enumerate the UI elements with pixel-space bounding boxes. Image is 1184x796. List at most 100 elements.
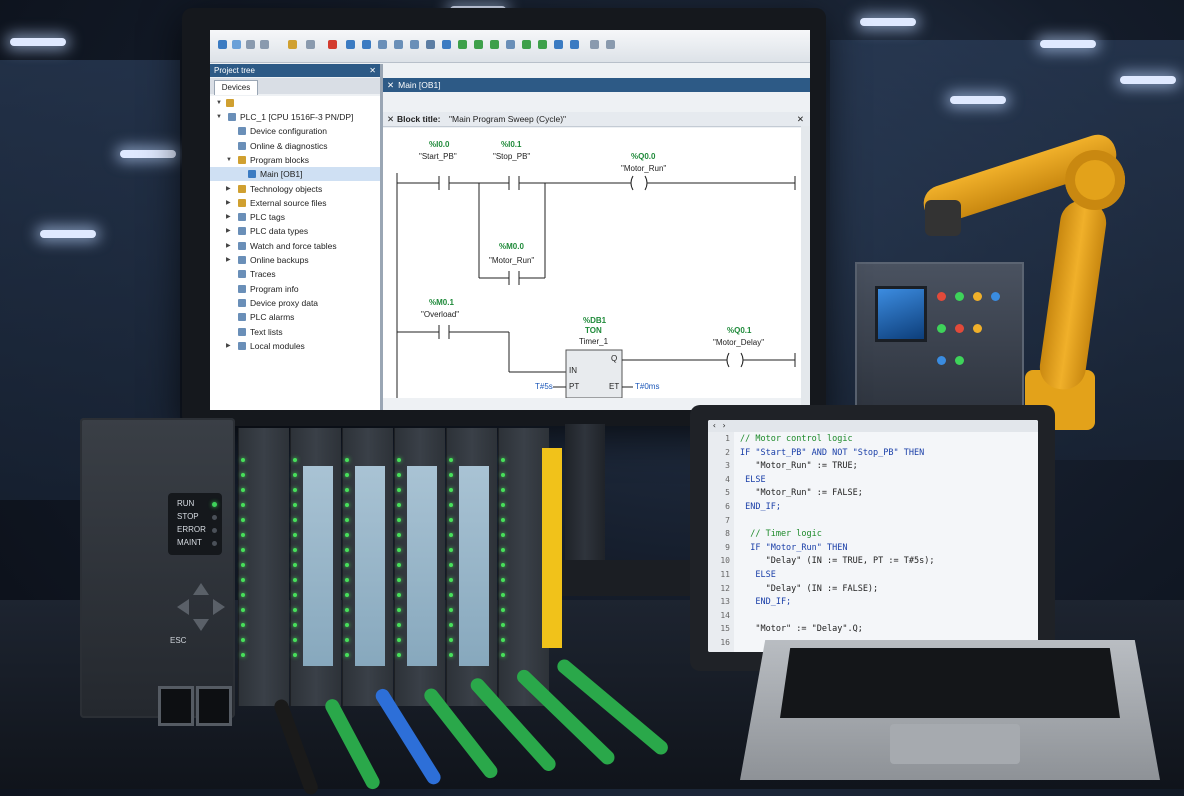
compile-icon[interactable] xyxy=(362,40,371,49)
tree-item[interactable]: Text lists xyxy=(210,325,380,339)
code-line[interactable]: ELSE xyxy=(740,570,775,580)
open-icon[interactable] xyxy=(246,40,255,49)
close-icon[interactable]: ✕ xyxy=(387,112,394,126)
code-line[interactable]: END_IF; xyxy=(740,597,791,607)
code-line[interactable]: "Motor" := "Delay".Q; xyxy=(740,624,862,634)
chevron-down-icon[interactable]: ▼ xyxy=(216,96,222,110)
code-line[interactable]: "Motor_Run" := TRUE; xyxy=(740,461,857,471)
chevron-down-icon[interactable]: ▼ xyxy=(226,153,232,167)
status-led xyxy=(449,638,453,642)
code-line[interactable]: // Motor control logic xyxy=(740,434,853,444)
contact-symbol[interactable]: "Stop_PB" xyxy=(493,152,530,161)
timer-pin-et: ET xyxy=(609,382,620,391)
tree-item[interactable]: ▶ Online backups xyxy=(210,253,380,267)
laptop-keyboard[interactable] xyxy=(780,648,1120,718)
compare-icon[interactable] xyxy=(426,40,435,49)
tree-item[interactable]: Device configuration xyxy=(210,124,380,138)
code-line[interactable]: IF "Motor_Run" THEN xyxy=(740,543,847,553)
chevron-down-icon[interactable]: ▼ xyxy=(216,110,222,124)
go-online-icon[interactable] xyxy=(442,40,451,49)
tree-item[interactable]: ▶ PLC data types xyxy=(210,224,380,238)
cut-icon[interactable] xyxy=(410,40,419,49)
tree-item[interactable]: ▶ PLC tags xyxy=(210,210,380,224)
contact-address[interactable]: %M0.1 xyxy=(429,298,454,307)
split-editor-icon[interactable] xyxy=(570,40,579,49)
tree-item[interactable]: ▶ Watch and force tables xyxy=(210,239,380,253)
preset-time-value[interactable]: T#5s xyxy=(535,382,553,391)
cross-reference-icon[interactable] xyxy=(554,40,563,49)
upload-icon[interactable] xyxy=(394,40,403,49)
tab-devices[interactable]: Devices xyxy=(214,80,258,95)
chevron-right-icon[interactable]: ▶ xyxy=(226,339,231,353)
tree-item[interactable]: ▶ Local modules xyxy=(210,339,380,353)
tree-item[interactable]: Main [OB1] xyxy=(210,167,380,182)
code-line[interactable]: // Timer logic xyxy=(740,529,822,539)
contact-address[interactable]: %M0.0 xyxy=(499,242,524,251)
chevron-right-icon[interactable]: ▶ xyxy=(226,239,231,253)
tab-main-ob1[interactable]: ✕ Main [OB1] xyxy=(387,78,441,92)
undo-icon[interactable] xyxy=(306,40,315,49)
vertical-scrollbar[interactable] xyxy=(801,126,810,410)
nav-arrows-icon[interactable]: ‹ › xyxy=(712,421,726,430)
save-icon[interactable] xyxy=(218,40,227,49)
tree-item[interactable]: ▶ External source files xyxy=(210,196,380,210)
contact-symbol[interactable]: "Motor_Run" xyxy=(489,256,534,265)
tree-item[interactable]: ▶ Technology objects xyxy=(210,182,380,196)
code-line[interactable]: "Delay" (IN := FALSE); xyxy=(740,584,879,594)
timer-instance-db[interactable]: %DB1 xyxy=(583,316,606,325)
go-offline-icon[interactable] xyxy=(458,40,467,49)
stop-cpu-icon[interactable] xyxy=(538,40,547,49)
block-title-value[interactable]: "Main Program Sweep (Cycle)" xyxy=(449,112,566,126)
chevron-right-icon[interactable]: ▶ xyxy=(226,224,231,238)
redo-icon[interactable] xyxy=(346,40,355,49)
contact-address[interactable]: %I0.0 xyxy=(429,140,449,149)
tree-item[interactable]: Traces xyxy=(210,267,380,281)
contact-symbol[interactable]: "Start_PB" xyxy=(419,152,457,161)
status-led xyxy=(501,488,505,492)
tree-item[interactable]: ▼ PLC_1 [CPU 1516F-3 PN/DP] xyxy=(210,110,380,124)
chevron-right-icon[interactable]: ▶ xyxy=(226,210,231,224)
coil-symbol[interactable]: "Motor_Run" xyxy=(621,164,666,173)
copy-icon[interactable] xyxy=(260,40,269,49)
traces-icon xyxy=(238,270,246,279)
status-led xyxy=(397,473,401,477)
tree-item[interactable]: Program info xyxy=(210,282,380,296)
chevron-right-icon[interactable]: ▶ xyxy=(226,196,231,210)
accessible-devices-icon[interactable] xyxy=(506,40,515,49)
coil-address[interactable]: %Q0.0 xyxy=(631,152,655,161)
tree-item[interactable]: PLC alarms xyxy=(210,310,380,324)
code-line[interactable]: "Motor_Run" := FALSE; xyxy=(740,488,862,498)
code-line[interactable]: "Delay" (IN := TRUE, PT := T#5s); xyxy=(740,556,935,566)
contact-symbol[interactable]: "Overload" xyxy=(421,310,459,319)
esc-button[interactable]: ESC xyxy=(170,636,186,645)
close-icon[interactable]: ✕ xyxy=(797,112,804,126)
close-icon[interactable]: ✕ xyxy=(387,80,394,90)
chevron-right-icon[interactable]: ▶ xyxy=(226,182,231,196)
navigation-dpad[interactable] xyxy=(175,581,227,633)
elapsed-time-value[interactable]: T#0ms xyxy=(635,382,659,391)
delete-icon[interactable] xyxy=(328,40,337,49)
tree-item[interactable]: Online & diagnostics xyxy=(210,139,380,153)
dropdown-icon[interactable] xyxy=(606,40,615,49)
contact-address[interactable]: %I0.1 xyxy=(501,140,521,149)
coil-symbol[interactable]: "Motor_Delay" xyxy=(713,338,764,347)
force-icon[interactable] xyxy=(490,40,499,49)
monitor-icon[interactable] xyxy=(474,40,483,49)
timer-name[interactable]: Timer_1 xyxy=(579,337,608,346)
code-line[interactable]: END_IF; xyxy=(740,502,781,512)
chevron-right-icon[interactable]: ▶ xyxy=(226,253,231,267)
tree-item[interactable]: Device proxy data xyxy=(210,296,380,310)
new-icon[interactable] xyxy=(232,40,241,49)
tree-item[interactable]: ▼ Program blocks xyxy=(210,153,380,167)
close-icon[interactable]: ✕ xyxy=(369,64,376,77)
coil-address[interactable]: %Q0.1 xyxy=(727,326,751,335)
status-led xyxy=(293,518,297,522)
window-icon[interactable] xyxy=(590,40,599,49)
laptop-trackpad[interactable] xyxy=(890,724,1020,764)
download-icon[interactable] xyxy=(378,40,387,49)
start-cpu-icon[interactable] xyxy=(522,40,531,49)
code-line[interactable]: IF "Start_PB" AND NOT "Stop_PB" THEN xyxy=(740,448,924,458)
watch-icon xyxy=(238,241,246,250)
paste-icon[interactable] xyxy=(288,40,297,49)
code-line[interactable]: ELSE xyxy=(740,475,765,485)
